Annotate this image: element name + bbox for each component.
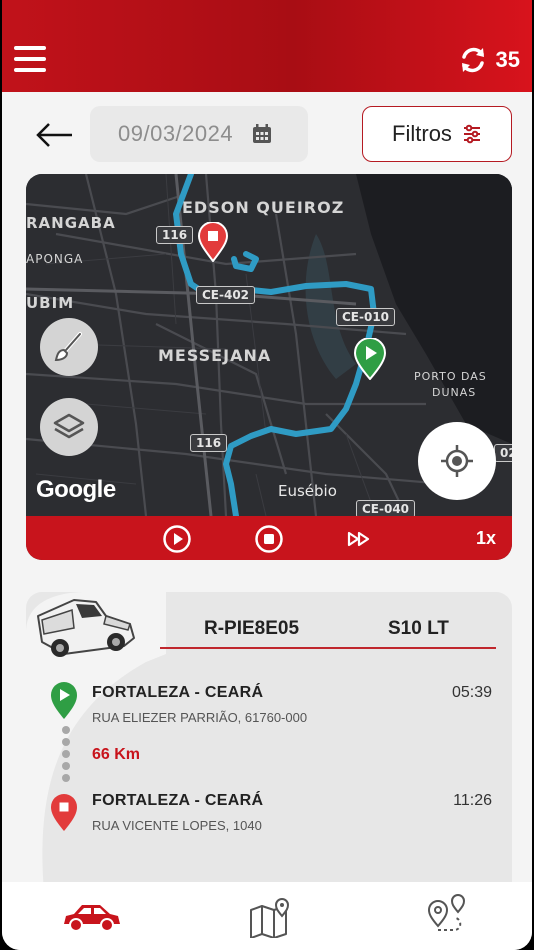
map-label-rangaba: RANGABA xyxy=(26,214,116,232)
crosshair-location-icon xyxy=(441,445,473,477)
back-arrow-icon[interactable] xyxy=(34,120,74,150)
filters-label: Filtros xyxy=(392,121,452,146)
date-picker[interactable]: 09/03/2024 xyxy=(90,106,308,162)
google-logo: Google xyxy=(36,476,116,503)
layers-button[interactable] xyxy=(40,398,98,456)
start-marker-icon[interactable] xyxy=(354,338,386,380)
brush-button[interactable] xyxy=(40,318,98,376)
road-shield-116-bottom: 116 xyxy=(190,434,228,452)
road-shield-ce010: CE-010 xyxy=(336,308,396,326)
refresh-count: 35 xyxy=(495,47,520,72)
map-label-eusebio: Eusébio xyxy=(278,482,337,500)
my-location-button[interactable] xyxy=(418,422,496,500)
trip-distance: 66 Km xyxy=(92,746,141,763)
app-screen: 35 09/03/2024 Filtros EDSON QUEIROZ RANG… xyxy=(2,0,532,950)
map-label-ubim: UBIM xyxy=(26,294,75,312)
brush-icon xyxy=(54,332,82,362)
fast-forward-icon[interactable] xyxy=(344,524,374,554)
layers-icon xyxy=(53,413,85,439)
end-marker-icon[interactable] xyxy=(198,222,228,262)
vehicle-plate: R-PIE8E05 xyxy=(204,618,300,639)
calendar-icon xyxy=(253,124,272,143)
start-time: 05:39 xyxy=(451,684,492,701)
road-shield-116-top: 116 xyxy=(156,226,194,244)
end-address: RUA VICENTE LOPES, 1040 xyxy=(92,818,262,833)
play-circle-icon[interactable] xyxy=(162,524,192,554)
map-label-edson-queiroz: EDSON QUEIROZ xyxy=(182,198,345,217)
route-icon[interactable] xyxy=(426,894,470,938)
playback-speed[interactable]: 1x xyxy=(476,528,496,549)
map-label-porto-das: PORTO DAS xyxy=(414,370,487,383)
pickup-truck-icon xyxy=(37,599,135,657)
end-time: 11:26 xyxy=(453,792,492,809)
sliders-icon xyxy=(463,124,480,144)
car-icon[interactable] xyxy=(60,900,122,934)
map-label-aponga: APONGA xyxy=(26,252,84,266)
trip-card[interactable]: R-PIE8E05 S10 LT FORTALEZA - CEARÁ RUA E… xyxy=(26,592,512,892)
map-label-dunas: DUNAS xyxy=(432,386,477,399)
header-divider xyxy=(160,647,496,649)
bottom-navigation xyxy=(2,882,532,950)
hamburger-menu-icon[interactable] xyxy=(14,44,46,74)
map-view[interactable]: EDSON QUEIROZ RANGABA APONGA UBIM MESSEJ… xyxy=(26,174,512,560)
refresh-icon xyxy=(461,47,484,73)
refresh-button[interactable]: 35 xyxy=(458,44,520,76)
map-label-messejana: MESSEJANA xyxy=(158,346,272,365)
road-shield-ce402: CE-402 xyxy=(196,286,256,304)
filters-button[interactable]: Filtros xyxy=(362,106,512,162)
map-icon[interactable] xyxy=(248,898,292,938)
start-city: FORTALEZA - CEARÁ xyxy=(92,684,264,701)
start-pin-icon xyxy=(51,682,77,719)
road-shield-02: 02 xyxy=(494,444,512,462)
app-header: 35 xyxy=(2,0,532,92)
start-address: RUA ELIEZER PARRIÃO, 61760-000 xyxy=(92,710,308,725)
playback-bar: 1x xyxy=(26,516,512,560)
vehicle-model: S10 LT xyxy=(388,618,449,639)
stop-circle-icon[interactable] xyxy=(254,524,284,554)
date-value: 09/03/2024 xyxy=(118,121,234,146)
end-pin-icon xyxy=(51,794,77,831)
end-city: FORTALEZA - CEARÁ xyxy=(92,792,264,809)
